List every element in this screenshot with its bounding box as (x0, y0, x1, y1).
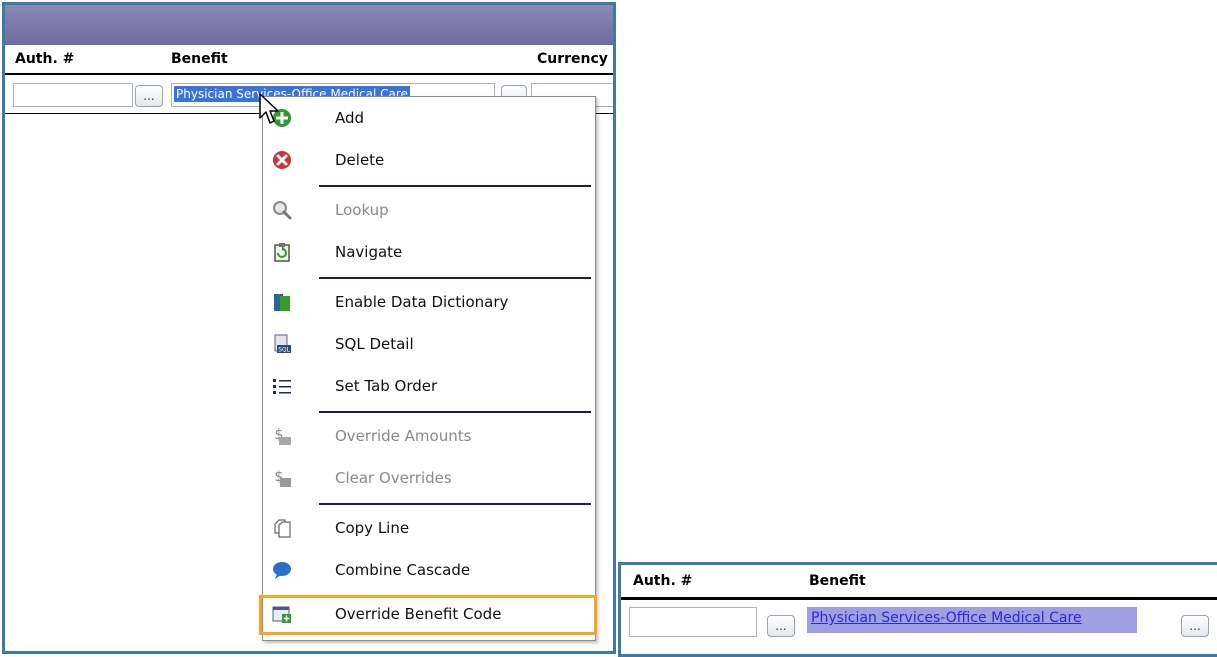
menu-item-lookup[interactable]: Lookup (263, 193, 595, 227)
menu-item-label: Delete (335, 151, 385, 169)
menu-item-clear-overrides[interactable]: $ Clear Overrides (263, 461, 595, 495)
menu-separator (319, 277, 591, 279)
menu-item-set-tab-order[interactable]: Set Tab Order (263, 369, 595, 403)
panel-title-bar (5, 5, 613, 45)
column-header-currency: Currency (537, 51, 608, 67)
highlight-outline (259, 595, 597, 635)
menu-item-label: Clear Overrides (335, 469, 452, 487)
menu-item-label: Enable Data Dictionary (335, 293, 509, 311)
menu-item-copy-line[interactable]: Copy Line (263, 511, 595, 545)
sql-detail-icon: SQL (274, 334, 291, 354)
override-amounts-icon: $ (275, 427, 291, 445)
auth-number-field[interactable] (629, 607, 757, 637)
benefit-grid-result-panel: Auth. # Benefit ... Physician Services-O… (618, 562, 1217, 657)
lookup-icon (273, 201, 292, 220)
menu-separator (319, 411, 591, 413)
table-row: ... Physician Services-Office Medical Ca… (627, 605, 1217, 639)
menu-item-label: Lookup (335, 201, 389, 219)
svg-text:SQL: SQL (278, 347, 291, 354)
auth-lookup-button[interactable]: ... (135, 85, 163, 107)
copy-line-icon (274, 519, 291, 538)
column-header-auth: Auth. # (15, 51, 75, 67)
menu-item-label: SQL Detail (335, 335, 414, 353)
menu-separator (319, 503, 591, 505)
menu-item-sql-detail[interactable]: SQL SQL Detail (263, 327, 595, 361)
menu-item-add[interactable]: Add (263, 101, 595, 135)
menu-item-delete[interactable]: Delete (263, 143, 595, 177)
mouse-cursor-icon (259, 93, 279, 124)
data-dictionary-icon (274, 294, 290, 311)
tab-order-icon (273, 379, 291, 394)
menu-item-combine-cascade[interactable]: Combine Cascade (263, 553, 595, 587)
menu-item-label: Navigate (335, 243, 403, 261)
auth-lookup-button[interactable]: ... (767, 615, 795, 637)
column-header-auth: Auth. # (633, 573, 693, 589)
navigate-icon (274, 243, 290, 262)
benefit-field[interactable]: Physician Services-Office Medical Care (805, 605, 1153, 635)
menu-item-label: Combine Cascade (335, 561, 471, 579)
menu-separator (319, 185, 591, 187)
header-divider (5, 73, 613, 75)
delete-icon (273, 151, 291, 169)
benefit-overridden-value[interactable]: Physician Services-Office Medical Care (807, 607, 1137, 633)
clear-overrides-icon: $ (275, 469, 291, 487)
benefit-lookup-button[interactable]: ... (1181, 615, 1209, 637)
menu-item-label: Set Tab Order (335, 377, 438, 395)
context-menu: Add Delete Lookup Navigate Enable Data D… (259, 96, 597, 641)
menu-item-enable-data-dictionary[interactable]: Enable Data Dictionary (263, 285, 595, 319)
menu-item-navigate[interactable]: Navigate (263, 235, 595, 269)
menu-item-label: Add (335, 109, 365, 127)
menu-item-label: Copy Line (335, 519, 410, 537)
column-header-benefit: Benefit (171, 51, 228, 67)
menu-item-label: Override Amounts (335, 427, 472, 445)
menu-item-override-amounts[interactable]: $ Override Amounts (263, 419, 595, 453)
auth-number-field[interactable] (13, 83, 133, 107)
header-divider (621, 597, 1217, 600)
combine-cascade-icon (273, 562, 291, 579)
column-header-benefit: Benefit (809, 573, 866, 589)
